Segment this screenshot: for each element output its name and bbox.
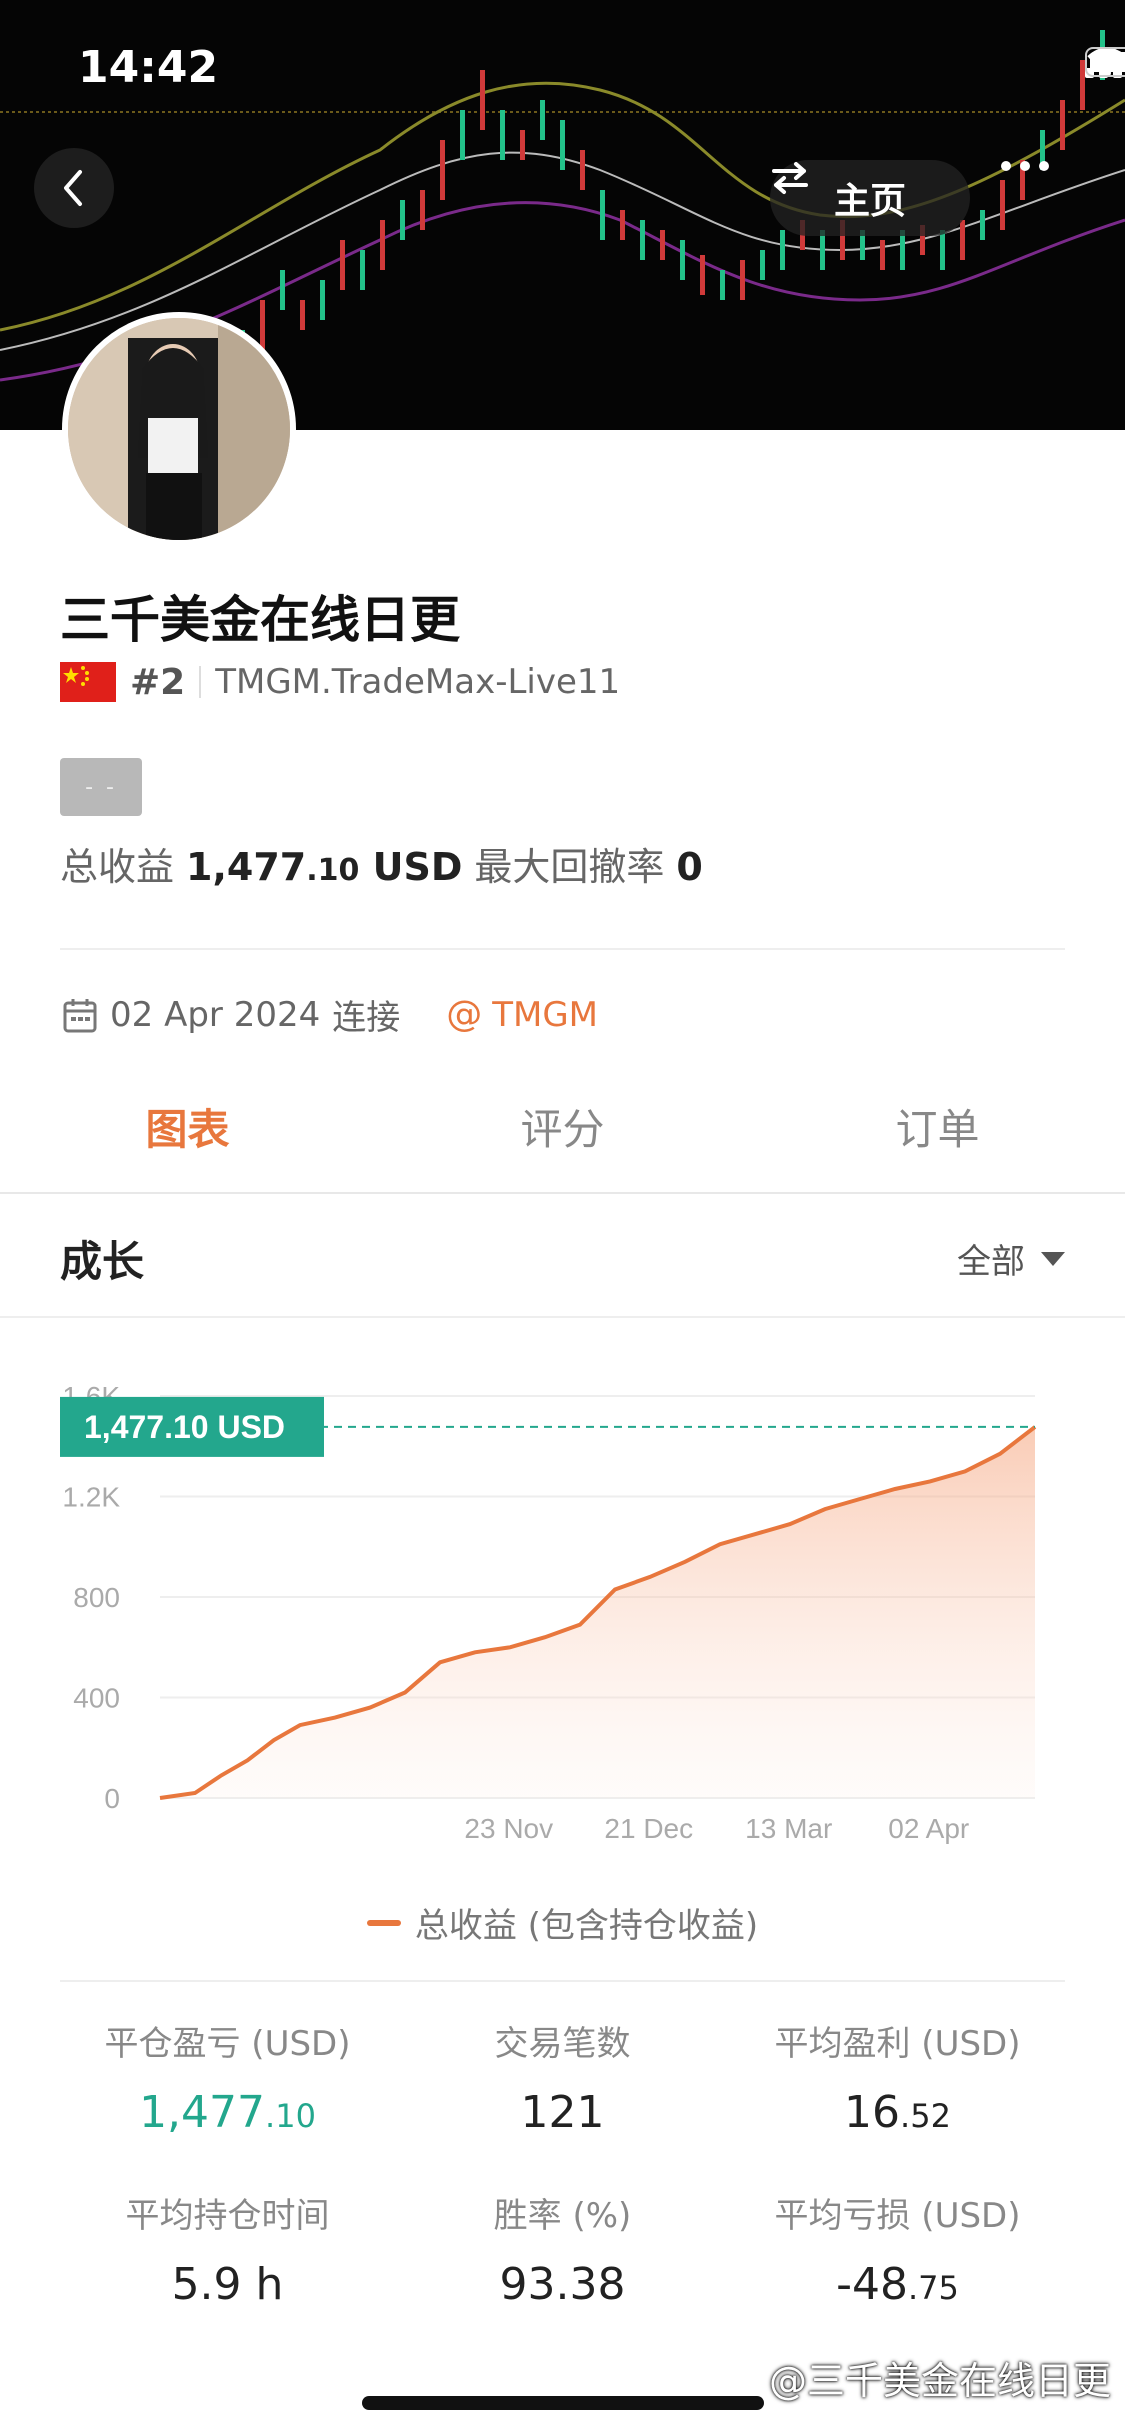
stat-avg-hold-time: 平均持仓时间 5.9 h	[60, 2188, 395, 2310]
stat-avg-profit: 平均盈利 (USD) 16.52	[730, 2016, 1065, 2138]
status-time: 14:42	[78, 42, 219, 93]
connect-date: 02 Apr 2024	[110, 994, 321, 1035]
calendar-icon	[63, 998, 97, 1032]
range-filter-label: 全部	[957, 1242, 1025, 1282]
more-button[interactable]	[1000, 160, 1090, 236]
stat-value: 1,477.10	[139, 2087, 316, 2138]
tag-badge: - -	[60, 758, 142, 816]
section-title: 成长	[60, 1237, 145, 1286]
return-summary: 总收益 1,477.10 USD 最大回撤率 0	[60, 836, 703, 891]
growth-chart-svg: 04008001.2K1.6K 23 Nov 21 Dec 13 Mar 02 Apr…	[60, 1381, 1037, 1844]
stat-label: 平均亏损 (USD)	[774, 2196, 1021, 2236]
china-flag-icon	[60, 662, 116, 702]
tab-orders[interactable]: 订单	[750, 1090, 1125, 1192]
profile-meta: #2 TMGM.TradeMax-Live11	[60, 660, 620, 704]
stat-closed-pnl: 平仓盈亏 (USD) 1,477.10	[60, 2016, 395, 2138]
tab-bar: 图表 评分 订单	[0, 1090, 1125, 1208]
home-indicator[interactable]	[362, 2396, 764, 2410]
legend-swatch	[366, 1919, 401, 1926]
back-button[interactable]	[34, 148, 114, 228]
current-value-label: 1,477.10 USD	[84, 1409, 285, 1445]
connect-label: 连接	[332, 998, 401, 1038]
watermark: @三千美金在线日更	[768, 2359, 1111, 2403]
stats-grid: 平仓盈亏 (USD) 1,477.10 交易笔数 121 平均盈利 (USD) …	[60, 2016, 1065, 2310]
y-tick-label: 800	[73, 1582, 120, 1613]
total-return-label: 总收益	[60, 845, 175, 889]
home-button[interactable]: 主页	[770, 160, 970, 236]
more-dots-icon	[1001, 161, 1049, 171]
x-tick-label: 13 Mar	[745, 1813, 832, 1844]
chevron-left-icon	[64, 170, 82, 206]
chart-legend: 总收益 (包含持仓收益)	[0, 1898, 1125, 1947]
y-tick-label: 1.2K	[62, 1482, 120, 1513]
stat-win-rate: 胜率 (%) 93.38	[395, 2188, 730, 2310]
stat-avg-loss: 平均亏损 (USD) -48.75	[730, 2188, 1065, 2310]
max-drawdown-value: 0	[676, 845, 703, 889]
candles	[240, 30, 1105, 370]
home-label: 主页	[833, 181, 906, 222]
legend-label: 总收益 (包含持仓收益)	[414, 1906, 759, 1946]
x-tick-label: 02 Apr	[888, 1813, 969, 1844]
stat-value: 16.52	[844, 2087, 951, 2138]
y-tick-label: 0	[104, 1783, 120, 1814]
avatar-image	[68, 318, 290, 540]
x-tick-label: 23 Nov	[464, 1813, 553, 1844]
meta-divider	[199, 666, 202, 698]
profile-name: 三千美金在线日更	[60, 591, 460, 649]
rank: #2	[130, 661, 186, 703]
tab-chart[interactable]: 图表	[0, 1090, 375, 1208]
max-drawdown-label: 最大回撤率	[474, 845, 665, 889]
battery-icon	[1085, 47, 1125, 77]
total-return-value: 1,477.10 USD	[186, 845, 463, 889]
stat-value: 121	[520, 2087, 605, 2138]
divider	[60, 1980, 1065, 1982]
x-tick-label: 21 Dec	[604, 1813, 693, 1844]
stat-value: 5.9 h	[171, 2259, 284, 2310]
stat-value: 93.38	[499, 2259, 626, 2310]
series-area	[160, 1426, 1035, 1798]
y-tick-label: 400	[73, 1683, 120, 1714]
broker-name: TMGM	[492, 994, 599, 1035]
at-icon: @	[446, 994, 483, 1035]
switch-arrows-icon	[772, 162, 808, 194]
connect-row: 02 Apr 2024 连接 @ TMGM	[62, 990, 598, 1039]
tab-score[interactable]: 评分	[375, 1090, 750, 1192]
caret-down-icon	[1041, 1251, 1065, 1266]
stat-label: 胜率 (%)	[493, 2196, 632, 2236]
divider	[60, 948, 1065, 950]
avatar[interactable]	[62, 312, 296, 546]
account-name: TMGM.TradeMax-Live11	[215, 662, 621, 702]
broker-link[interactable]: @ TMGM	[446, 994, 598, 1035]
stat-trade-count: 交易笔数 121	[395, 2016, 730, 2138]
growth-chart: 0 400 800 1.2K 1.6K 23 Nov 21 Dec 13 Mar 02 Apr…	[0, 1340, 1125, 1860]
range-filter[interactable]: 全部	[957, 1234, 1065, 1283]
stat-label: 交易笔数	[494, 2024, 631, 2064]
stat-label: 平均盈利 (USD)	[774, 2024, 1021, 2064]
stat-value: -48.75	[836, 2259, 959, 2310]
stat-label: 平仓盈亏 (USD)	[104, 2024, 351, 2064]
stat-label: 平均持仓时间	[125, 2196, 330, 2236]
